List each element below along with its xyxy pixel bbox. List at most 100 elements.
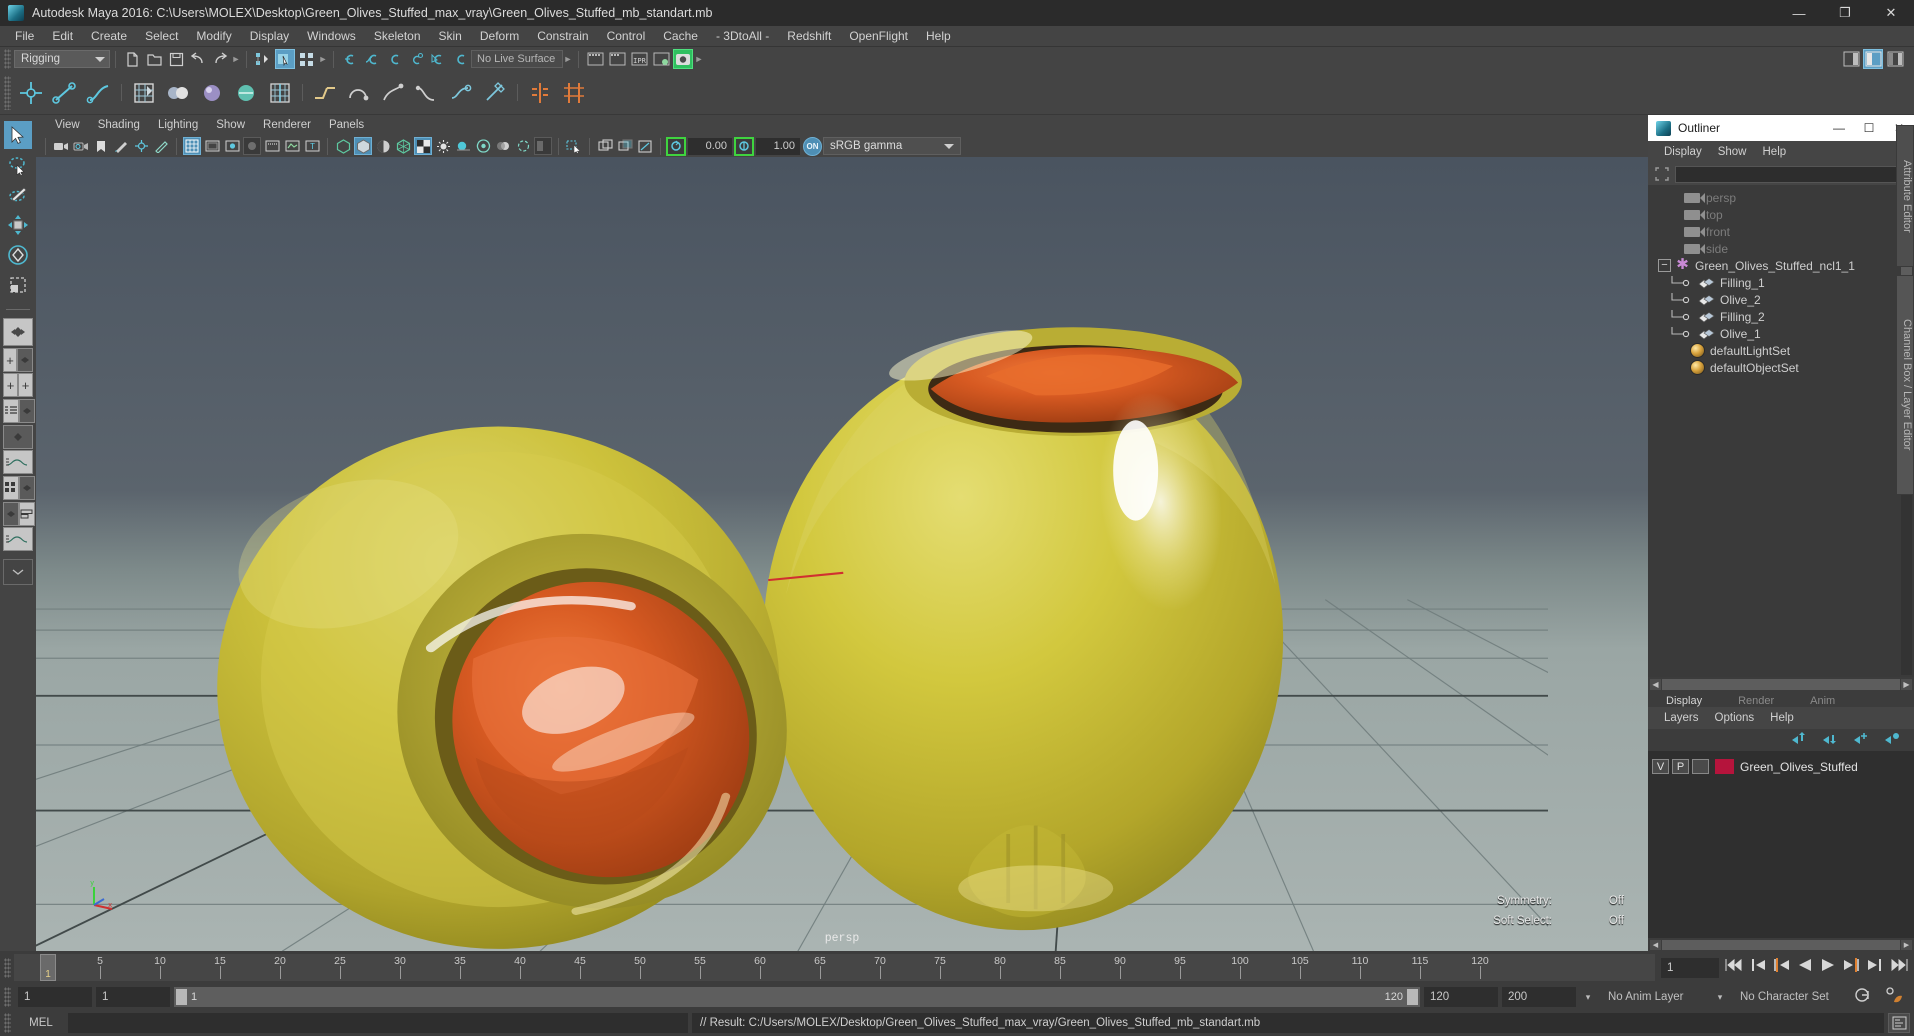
ik-handle-icon[interactable] bbox=[50, 78, 80, 108]
time-slider-track[interactable]: 1 5 10 15 20 25 30 35 40 45 50 55 60 65 70 75 80 85 90 95 1… bbox=[14, 954, 1655, 981]
layer-row[interactable]: V P Green_Olives_Stuffed bbox=[1652, 757, 1910, 776]
menu-create[interactable]: Create bbox=[82, 26, 136, 47]
tab-anim[interactable]: Anim bbox=[1792, 695, 1853, 707]
menu-windows[interactable]: Windows bbox=[298, 26, 365, 47]
outliner-horizontal-scrollbar[interactable]: ◀ ▶ bbox=[1648, 677, 1914, 691]
xray-joints-icon[interactable] bbox=[596, 137, 614, 155]
range-slider-gripper[interactable] bbox=[4, 987, 11, 1007]
xray-active-components-icon[interactable] bbox=[616, 137, 634, 155]
outliner-item-top[interactable]: top bbox=[1648, 206, 1914, 223]
open-scene-icon[interactable] bbox=[144, 49, 164, 69]
chevron-down-icon[interactable]: ▾ bbox=[1712, 987, 1728, 1007]
layer-state-toggle[interactable] bbox=[1692, 759, 1709, 774]
perspective-viewport[interactable]: x y persp Symmetry: Off Soft Select: Off bbox=[36, 157, 1648, 951]
layer-menu-help[interactable]: Help bbox=[1762, 712, 1802, 724]
anim-layer-selector[interactable]: No Anim Layer bbox=[1600, 987, 1708, 1007]
layout-outliner-persp[interactable] bbox=[3, 399, 35, 423]
image-plane-icon[interactable] bbox=[112, 137, 130, 155]
move-layer-down-icon[interactable] bbox=[1821, 731, 1838, 750]
layout-four-view-b[interactable]: + + bbox=[3, 373, 33, 397]
mirror-skin-weights-icon[interactable] bbox=[265, 78, 295, 108]
scroll-left-icon[interactable]: ◀ bbox=[1650, 939, 1661, 950]
layout-persp-graph-b[interactable] bbox=[3, 527, 33, 551]
move-tool[interactable] bbox=[4, 211, 32, 239]
minimize-button[interactable]: — bbox=[1776, 0, 1822, 26]
exposure-value-field[interactable]: 0.00 bbox=[688, 137, 732, 155]
menu-file[interactable]: File bbox=[6, 26, 43, 47]
menu-cache[interactable]: Cache bbox=[654, 26, 707, 47]
menu-skin[interactable]: Skin bbox=[430, 26, 471, 47]
range-start-field[interactable]: 1 bbox=[96, 987, 170, 1007]
undo-icon[interactable] bbox=[188, 49, 208, 69]
collapse-arrow-icon[interactable]: ► bbox=[694, 51, 704, 67]
create-new-layer-icon[interactable] bbox=[1852, 731, 1869, 750]
viewport-menu-panels[interactable]: Panels bbox=[320, 119, 373, 131]
anim-end-field[interactable]: 200 bbox=[1502, 987, 1576, 1007]
go-to-start-icon[interactable] bbox=[1725, 958, 1744, 977]
select-camera-icon[interactable] bbox=[52, 137, 70, 155]
snap-to-uv-icon[interactable] bbox=[450, 49, 470, 69]
viewport-menu-view[interactable]: View bbox=[46, 119, 89, 131]
range-right-handle[interactable] bbox=[1407, 989, 1418, 1005]
tab-attribute-editor[interactable]: Attribute Editor bbox=[1896, 125, 1914, 267]
sidebar-attribute-editor-icon[interactable] bbox=[1841, 49, 1861, 69]
render-settings-icon[interactable] bbox=[651, 49, 671, 69]
menu-redshift[interactable]: Redshift bbox=[778, 26, 840, 47]
live-surface-field[interactable]: No Live Surface bbox=[471, 50, 563, 68]
motion-blur-icon[interactable] bbox=[494, 137, 512, 155]
layout-hypershade-persp[interactable] bbox=[3, 476, 35, 500]
collapse-arrow-icon[interactable]: ► bbox=[318, 51, 328, 67]
layout-persp-uv[interactable] bbox=[3, 502, 35, 526]
gamma-toggle-icon[interactable] bbox=[734, 136, 754, 156]
shelf-gripper[interactable] bbox=[4, 75, 11, 110]
menu-deform[interactable]: Deform bbox=[471, 26, 528, 47]
camera-attributes-icon[interactable] bbox=[72, 137, 90, 155]
play-backwards-icon[interactable] bbox=[1798, 958, 1813, 977]
outliner-item-filling-1[interactable]: Filling_1 bbox=[1648, 274, 1914, 291]
cluster-deformer-icon[interactable] bbox=[378, 78, 408, 108]
sidebar-tool-settings-icon[interactable] bbox=[1863, 49, 1883, 69]
menu-help[interactable]: Help bbox=[917, 26, 960, 47]
select-by-object-icon[interactable] bbox=[275, 49, 295, 69]
preferences-icon[interactable] bbox=[1884, 986, 1904, 1009]
command-language-label[interactable]: MEL bbox=[18, 1017, 64, 1029]
snap-to-grid-icon[interactable] bbox=[340, 49, 360, 69]
outliner-item-persp[interactable]: persp bbox=[1648, 189, 1914, 206]
lighting-icon[interactable] bbox=[434, 137, 452, 155]
tab-channel-box-layer-editor[interactable]: Channel Box / Layer Editor bbox=[1896, 275, 1914, 495]
menu-modify[interactable]: Modify bbox=[187, 26, 240, 47]
menu-display[interactable]: Display bbox=[241, 26, 298, 47]
ipr-render-icon[interactable]: IPR bbox=[629, 49, 649, 69]
gate-mask-icon[interactable] bbox=[243, 137, 261, 155]
outliner-item-default-object-set[interactable]: defaultObjectSet bbox=[1648, 359, 1914, 376]
sculpt-deformer-icon[interactable] bbox=[480, 78, 510, 108]
select-by-component-icon[interactable] bbox=[297, 49, 317, 69]
new-scene-icon[interactable] bbox=[122, 49, 142, 69]
snap-to-projected-center-icon[interactable] bbox=[406, 49, 426, 69]
play-forwards-icon[interactable] bbox=[1820, 958, 1835, 977]
layer-visibility-toggle[interactable]: V bbox=[1652, 759, 1669, 774]
viewport-menu-shading[interactable]: Shading bbox=[89, 119, 149, 131]
layout-graph-editor[interactable] bbox=[3, 450, 33, 474]
menu-openflight[interactable]: OpenFlight bbox=[840, 26, 917, 47]
menu-3dtoall[interactable]: - 3DtoAll - bbox=[707, 26, 778, 47]
grid-toggle-icon[interactable] bbox=[183, 137, 201, 155]
chevron-down-icon[interactable]: ▾ bbox=[1580, 987, 1596, 1007]
select-tool[interactable] bbox=[4, 121, 32, 149]
wire-deformer-icon[interactable] bbox=[412, 78, 442, 108]
hypershade-icon[interactable] bbox=[673, 49, 693, 69]
range-end-field[interactable]: 120 bbox=[1424, 987, 1498, 1007]
shaded-wireframe-icon[interactable] bbox=[374, 137, 392, 155]
close-button[interactable]: ✕ bbox=[1868, 0, 1914, 26]
color-management-toggle[interactable]: ON bbox=[803, 136, 822, 156]
text-overlay-icon[interactable]: T bbox=[303, 137, 321, 155]
sidebar-channel-box-icon[interactable] bbox=[1885, 49, 1905, 69]
tab-display[interactable]: Display bbox=[1648, 695, 1720, 707]
next-key-icon[interactable] bbox=[1842, 958, 1859, 977]
collapse-expander-button[interactable]: − bbox=[1658, 259, 1671, 272]
range-bar[interactable]: 1 120 bbox=[174, 987, 1420, 1007]
grease-pencil-icon[interactable] bbox=[152, 137, 170, 155]
menu-edit[interactable]: Edit bbox=[43, 26, 82, 47]
paint-select-tool[interactable] bbox=[4, 181, 32, 209]
outliner-item-filling-2[interactable]: Filling_2 bbox=[1648, 308, 1914, 325]
